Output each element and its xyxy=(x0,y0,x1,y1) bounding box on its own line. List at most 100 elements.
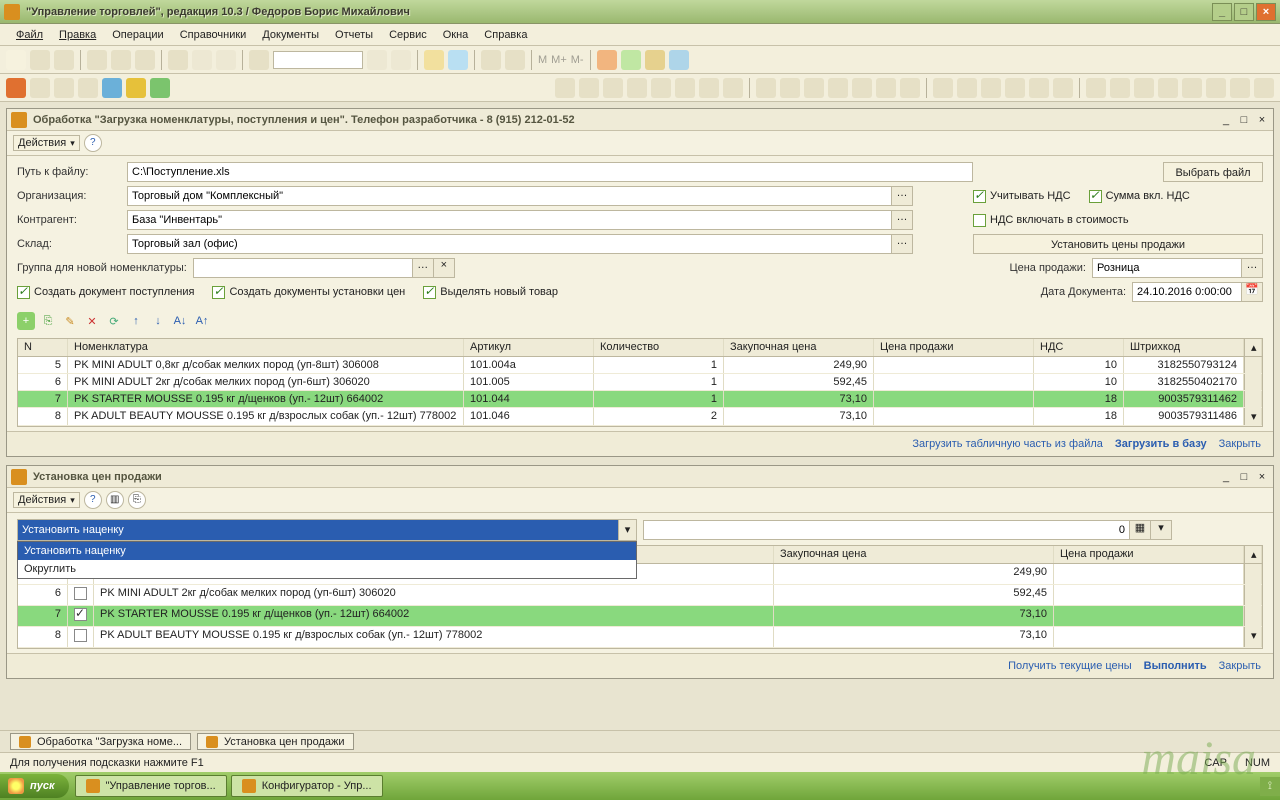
sale-price-input[interactable] xyxy=(1092,258,1242,278)
row-checkbox[interactable] xyxy=(74,608,87,621)
chk-sum-nds[interactable]: Сумма вкл. НДС xyxy=(1089,190,1190,203)
group-pick-button[interactable]: … xyxy=(412,258,434,278)
start-button[interactable]: пуск xyxy=(0,774,69,798)
g26-icon[interactable] xyxy=(1182,78,1202,98)
g23-icon[interactable] xyxy=(1110,78,1130,98)
sort-asc-icon[interactable]: A↓ xyxy=(171,312,189,330)
g4-icon[interactable] xyxy=(627,78,647,98)
scroll-up-icon[interactable]: ▴ xyxy=(1244,339,1262,356)
chk-nds[interactable]: Учитывать НДС xyxy=(973,190,1071,203)
print-icon[interactable] xyxy=(168,50,188,70)
load-to-db-button[interactable]: Загрузить в базу xyxy=(1115,438,1207,450)
menu-edit[interactable]: Правка xyxy=(51,27,104,43)
table-row[interactable]: 7PK STARTER MOUSSE 0.195 кг д/щенков (уп… xyxy=(18,391,1262,408)
taskbar-item-2[interactable]: Конфигуратор - Упр... xyxy=(231,775,383,797)
sort-desc-icon[interactable]: A↑ xyxy=(193,312,211,330)
g8-icon[interactable] xyxy=(723,78,743,98)
scroll2-up-icon[interactable]: ▴ xyxy=(1244,546,1262,563)
sklad-input[interactable] xyxy=(127,234,892,254)
panel-min-icon[interactable]: _ xyxy=(1219,114,1233,126)
chk-create-pricedocs[interactable]: Создать документы установки цен xyxy=(212,286,405,299)
doc4-icon[interactable] xyxy=(102,78,122,98)
table-row[interactable]: 5PK MINI ADULT 0,8кг д/собак мелких поро… xyxy=(18,357,1262,374)
markup-arrow-icon[interactable]: ▾ xyxy=(618,520,636,540)
org-input[interactable] xyxy=(127,186,892,206)
taskbar-item-1[interactable]: "Управление торгов... xyxy=(75,775,227,797)
ext-icon-4[interactable] xyxy=(669,50,689,70)
g12-icon[interactable] xyxy=(828,78,848,98)
doc-date-cal-button[interactable]: 📅 xyxy=(1241,282,1263,302)
new-icon[interactable] xyxy=(6,50,26,70)
markup-input[interactable] xyxy=(18,520,618,540)
maximize-button[interactable]: □ xyxy=(1234,3,1254,21)
table-row[interactable]: 6PK MINI ADULT 2кг д/собак мелких пород … xyxy=(18,585,1262,606)
table-row[interactable]: 7PK STARTER MOUSSE 0.195 кг д/щенков (уп… xyxy=(18,606,1262,627)
copy-icon[interactable] xyxy=(111,50,131,70)
edit-row-icon[interactable]: ✎ xyxy=(61,312,79,330)
chk-create-doc[interactable]: Создать документ поступления xyxy=(17,286,194,299)
col2-buy[interactable]: Закупочная цена xyxy=(774,546,1054,563)
g16-icon[interactable] xyxy=(933,78,953,98)
doc-date-input[interactable] xyxy=(1132,282,1242,302)
calendar-icon[interactable] xyxy=(448,50,468,70)
doc3-icon[interactable] xyxy=(78,78,98,98)
g18-icon[interactable] xyxy=(981,78,1001,98)
close-panel1-button[interactable]: Закрыть xyxy=(1219,438,1261,450)
ext-icon-2[interactable] xyxy=(621,50,641,70)
wintab-1[interactable]: Обработка "Загрузка номе... xyxy=(10,733,191,750)
ext-icon-3[interactable] xyxy=(645,50,665,70)
col-buy[interactable]: Закупочная цена xyxy=(724,339,874,356)
chk-highlight-new[interactable]: Выделять новый товар xyxy=(423,286,558,299)
g27-icon[interactable] xyxy=(1206,78,1226,98)
menu-docs[interactable]: Документы xyxy=(254,27,327,43)
calc2-icon[interactable]: ▦ xyxy=(1129,520,1151,540)
contr-input[interactable] xyxy=(127,210,892,230)
menu-reports[interactable]: Отчеты xyxy=(327,27,381,43)
g24-icon[interactable] xyxy=(1134,78,1154,98)
opt-round[interactable]: Округлить xyxy=(18,560,636,578)
book-icon[interactable] xyxy=(6,78,26,98)
contr-pick-button[interactable]: … xyxy=(891,210,913,230)
g20-icon[interactable] xyxy=(1029,78,1049,98)
menu-refs[interactable]: Справочники xyxy=(172,27,255,43)
delete-row-icon[interactable]: ✕ xyxy=(83,312,101,330)
close-panel2-button[interactable]: Закрыть xyxy=(1219,660,1261,672)
paste-icon[interactable] xyxy=(135,50,155,70)
g3-icon[interactable] xyxy=(603,78,623,98)
g9-icon[interactable] xyxy=(756,78,776,98)
doc1-icon[interactable] xyxy=(30,78,50,98)
path-input[interactable] xyxy=(127,162,973,182)
menu-windows[interactable]: Окна xyxy=(435,27,477,43)
markup-combo[interactable]: ▾ Установить наценку Округлить xyxy=(17,519,637,541)
add-row-icon[interactable]: + xyxy=(17,312,35,330)
sheet-icon[interactable]: ▥ xyxy=(106,491,124,509)
g10-icon[interactable] xyxy=(780,78,800,98)
g19-icon[interactable] xyxy=(1005,78,1025,98)
stepper-icon[interactable]: ▾ xyxy=(1150,520,1172,540)
open-icon[interactable] xyxy=(30,50,50,70)
doc6-icon[interactable] xyxy=(150,78,170,98)
actions-dropdown[interactable]: Действия xyxy=(13,135,80,151)
panel-max-icon[interactable]: □ xyxy=(1237,114,1251,126)
opt-markup[interactable]: Установить наценку xyxy=(18,542,636,560)
table-row[interactable]: 8PK ADULT BEAUTY MOUSSE 0.195 кг д/взрос… xyxy=(18,627,1262,648)
g11-icon[interactable] xyxy=(804,78,824,98)
opt-icon[interactable] xyxy=(505,50,525,70)
g7-icon[interactable] xyxy=(699,78,719,98)
org-pick-button[interactable]: … xyxy=(891,186,913,206)
link-get-prices[interactable]: Получить текущие цены xyxy=(1008,660,1132,672)
choose-file-button[interactable]: Выбрать файл xyxy=(1163,162,1263,182)
g15-icon[interactable] xyxy=(900,78,920,98)
set-prices-button[interactable]: Установить цены продажи xyxy=(973,234,1263,254)
g5-icon[interactable] xyxy=(651,78,671,98)
table-row[interactable]: 6PK MINI ADULT 2кг д/собак мелких пород … xyxy=(18,374,1262,391)
table-row[interactable]: 8PK ADULT BEAUTY MOUSSE 0.195 кг д/взрос… xyxy=(18,408,1262,426)
move-up-icon[interactable]: ↑ xyxy=(127,312,145,330)
insert-row-icon[interactable]: ⎘ xyxy=(39,312,57,330)
ext-icon-1[interactable] xyxy=(597,50,617,70)
menu-operations[interactable]: Операции xyxy=(104,27,171,43)
calc-icon[interactable] xyxy=(424,50,444,70)
col-name[interactable]: Номенклатура xyxy=(68,339,464,356)
search-icon[interactable] xyxy=(249,50,269,70)
col-n[interactable]: N xyxy=(18,339,68,356)
